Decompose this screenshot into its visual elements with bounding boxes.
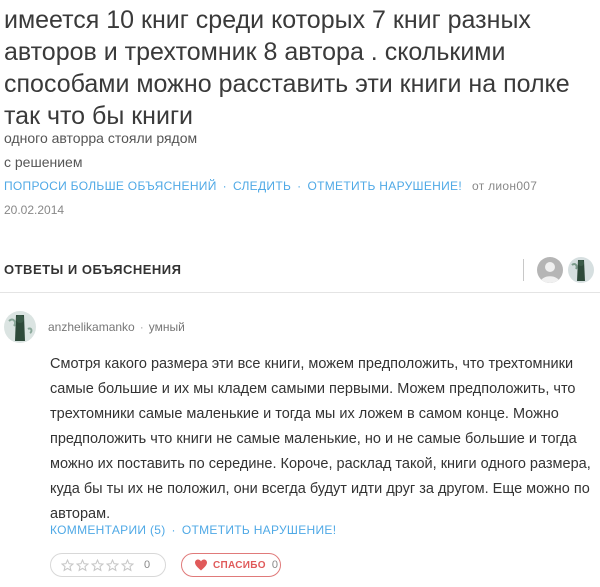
divider xyxy=(0,292,600,293)
answer-text: Смотря какого размера эти все книги, мож… xyxy=(50,356,591,522)
follow-link[interactable]: СЛЕДИТЬ xyxy=(233,179,291,193)
rating-count: 0 xyxy=(144,559,151,571)
star-icon[interactable] xyxy=(121,558,134,572)
star-icon[interactable] xyxy=(61,558,74,572)
heart-icon xyxy=(195,559,207,571)
user-rank: умный xyxy=(148,320,185,334)
thanks-label: СПАСИБО xyxy=(213,559,266,571)
question-text-line: одного авторра стояли рядом xyxy=(4,130,198,146)
avatar[interactable] xyxy=(537,257,563,283)
question-title: имеется 10 книг среди которых 7 книг раз… xyxy=(4,6,570,130)
report-link[interactable]: ОТМЕТИТЬ НАРУШЕНИЕ! xyxy=(182,523,337,537)
report-link[interactable]: ОТМЕТИТЬ НАРУШЕНИЕ! xyxy=(307,179,462,193)
separator: · xyxy=(139,320,144,334)
thanks-count: 0 xyxy=(271,559,278,571)
avatar[interactable] xyxy=(4,311,36,343)
comments-link[interactable]: КОММЕНТАРИИ (5) xyxy=(50,523,166,537)
star-icon[interactable] xyxy=(91,558,104,572)
question-author[interactable]: от лион007 xyxy=(472,179,537,193)
question-actions: ПОПРОСИ БОЛЬШЕ ОБЪЯСНЕНИЙ · СЛЕДИТЬ · ОТМЕТИ… xyxy=(4,179,537,193)
answer-actions: КОММЕНТАРИИ (5) · ОТМЕТИТЬ НАРУШЕНИЕ! xyxy=(50,523,336,537)
answer-author: anzhelikamanko · умный xyxy=(48,320,185,334)
separator: · xyxy=(222,179,227,193)
username[interactable]: anzhelikamanko xyxy=(48,320,135,334)
divider xyxy=(523,259,524,281)
question-date: 20.02.2014 xyxy=(4,203,65,217)
star-icon[interactable] xyxy=(76,558,89,572)
thanks-button[interactable]: СПАСИБО 0 xyxy=(181,553,281,577)
separator: · xyxy=(297,179,302,193)
ask-more-link[interactable]: ПОПРОСИ БОЛЬШЕ ОБЪЯСНЕНИЙ xyxy=(4,179,217,193)
star-icon[interactable] xyxy=(106,558,119,572)
rating-widget: 0 xyxy=(50,553,166,577)
question-text-line: с решением xyxy=(4,154,83,170)
avatar[interactable] xyxy=(568,257,594,283)
answers-header: ОТВЕТЫ И ОБЪЯСНЕНИЯ xyxy=(4,262,182,277)
separator: · xyxy=(171,523,176,537)
